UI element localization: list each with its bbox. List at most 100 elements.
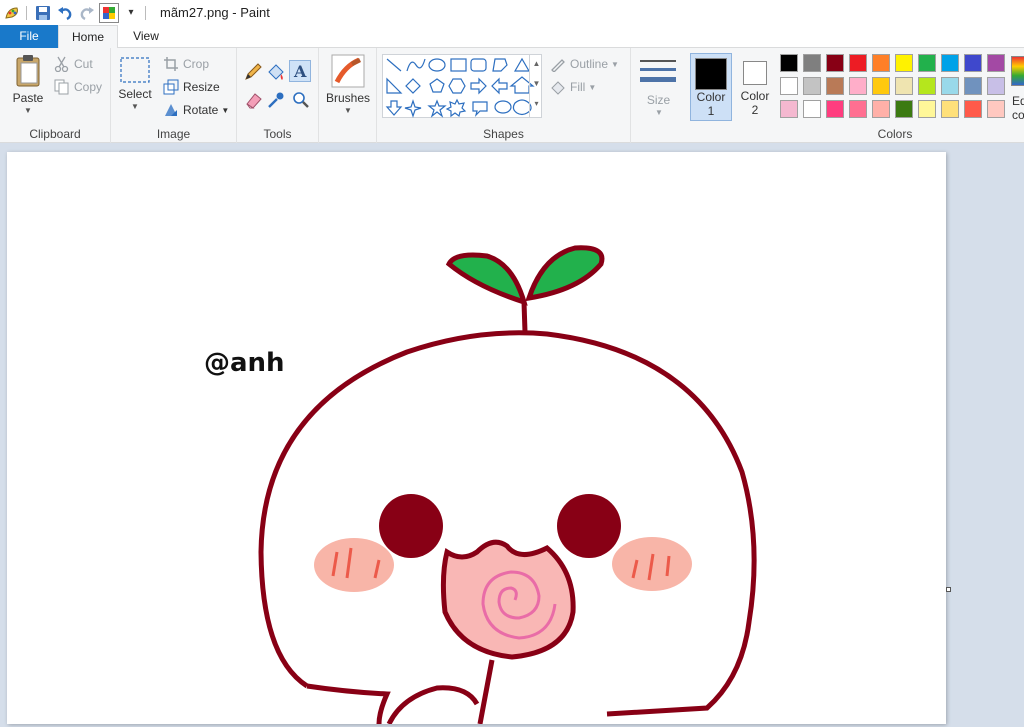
color1-button[interactable]: Color 1 xyxy=(690,53,732,121)
palette-swatch[interactable] xyxy=(872,54,890,72)
palette-swatch[interactable] xyxy=(826,54,844,72)
copy-icon xyxy=(54,79,69,95)
palette-swatch[interactable] xyxy=(964,100,982,118)
palette-swatch[interactable] xyxy=(849,54,867,72)
palette-swatch[interactable] xyxy=(803,54,821,72)
palette-swatch[interactable] xyxy=(918,54,936,72)
palette-swatch[interactable] xyxy=(918,77,936,95)
outline-button[interactable]: Outline ▼ xyxy=(550,56,619,72)
ribbon-tabs: File Home View xyxy=(0,25,1024,49)
tab-home[interactable]: Home xyxy=(58,25,118,49)
quick-access-separator xyxy=(26,5,27,20)
palette-swatch[interactable] xyxy=(941,77,959,95)
brushes-button[interactable]: Brushes ▼ xyxy=(326,54,370,115)
palette-swatch[interactable] xyxy=(964,77,982,95)
copy-button[interactable]: Copy xyxy=(54,79,102,95)
paint-app-icon[interactable] xyxy=(2,3,22,23)
text-tool-icon[interactable]: A xyxy=(289,60,311,82)
lower-body-outline xyxy=(306,683,391,725)
palette-swatch[interactable] xyxy=(918,100,936,118)
brush-icon xyxy=(331,54,365,88)
palette-swatch[interactable] xyxy=(803,77,821,95)
palette-swatch[interactable] xyxy=(780,77,798,95)
palette-swatch[interactable] xyxy=(826,100,844,118)
fill-label: Fill xyxy=(570,80,586,94)
palette-quick-icon[interactable] xyxy=(99,2,119,23)
palette-swatch[interactable] xyxy=(941,54,959,72)
tab-view[interactable]: View xyxy=(118,25,174,48)
size-group[interactable]: Size ▼ xyxy=(631,48,686,143)
copy-label: Copy xyxy=(74,80,103,94)
rotate-icon xyxy=(165,104,177,116)
paste-button[interactable]: Paste ▼ xyxy=(8,54,48,115)
size-label: Size xyxy=(646,93,671,107)
ribbon: Paste ▼ Cut Copy Clipboard Select ▼ Crop… xyxy=(0,48,1024,143)
palette-swatch[interactable] xyxy=(987,54,1005,72)
pencil-icon[interactable] xyxy=(243,62,263,85)
palette-swatch[interactable] xyxy=(987,77,1005,95)
outline-icon xyxy=(551,59,565,72)
shapes-gallery-icons xyxy=(385,57,535,118)
paste-dropdown-icon[interactable]: ▼ xyxy=(8,106,48,115)
save-icon[interactable] xyxy=(33,3,53,23)
palette-swatch[interactable] xyxy=(780,54,798,72)
rotate-dropdown-icon[interactable]: ▼ xyxy=(221,106,229,115)
title-bar: ▾ mãm27.png - Paint xyxy=(0,0,1024,25)
cut-label: Cut xyxy=(74,57,93,71)
resize-button[interactable]: Resize xyxy=(163,79,220,95)
color2-button[interactable]: Color 2 xyxy=(734,53,776,121)
palette-swatch[interactable] xyxy=(849,77,867,95)
magnifier-icon[interactable] xyxy=(291,90,311,113)
palette-swatch[interactable] xyxy=(941,100,959,118)
left-leaf xyxy=(445,252,528,306)
tools-group-label: Tools xyxy=(263,127,292,141)
outline-dropdown-icon[interactable]: ▼ xyxy=(611,60,619,69)
outline-label: Outline xyxy=(570,57,609,71)
right-leaf xyxy=(525,245,605,302)
palette-swatch[interactable] xyxy=(895,77,913,95)
palette-swatch[interactable] xyxy=(872,77,890,95)
fill-dropdown-icon[interactable]: ▼ xyxy=(588,83,596,92)
palette-swatch[interactable] xyxy=(987,100,1005,118)
drawing xyxy=(258,245,757,726)
undo-icon[interactable] xyxy=(55,3,75,23)
palette-swatch[interactable] xyxy=(826,77,844,95)
resize-label: Resize xyxy=(183,80,220,94)
redo-icon[interactable] xyxy=(77,3,97,23)
fill-button[interactable]: Fill ▼ xyxy=(550,79,596,95)
palette-swatch[interactable] xyxy=(964,54,982,72)
palette-swatch[interactable] xyxy=(895,54,913,72)
brushes-dropdown-icon[interactable]: ▼ xyxy=(326,106,370,115)
colors-group-label: Colors xyxy=(877,127,913,141)
canvas-resize-handle[interactable] xyxy=(946,587,951,592)
palette-swatch[interactable] xyxy=(849,100,867,118)
shapes-scroll[interactable]: ▲ ▼ ▾ xyxy=(529,54,543,118)
paste-label: Paste xyxy=(12,91,44,105)
crop-button[interactable]: Crop xyxy=(163,56,209,72)
image-group: Select ▼ Crop Resize Rotate ▼ Image xyxy=(111,48,237,143)
color-picker-icon[interactable] xyxy=(266,90,286,113)
select-dropdown-icon[interactable]: ▼ xyxy=(117,102,153,111)
edit-colors-button[interactable]: Ed col xyxy=(1012,94,1024,122)
title-separator xyxy=(145,5,146,20)
stem xyxy=(521,301,528,333)
select-button[interactable]: Select ▼ xyxy=(117,56,153,111)
eraser-icon[interactable] xyxy=(243,90,263,113)
customize-quick-access-icon[interactable]: ▾ xyxy=(121,3,141,23)
color1-number: 1 xyxy=(707,104,715,118)
palette-swatch[interactable] xyxy=(872,100,890,118)
rotate-button[interactable]: Rotate ▼ xyxy=(163,102,229,118)
edit-colors-icon[interactable] xyxy=(1011,56,1024,86)
tab-file[interactable]: File xyxy=(0,25,58,48)
svg-text:A: A xyxy=(293,63,307,79)
scissors-icon xyxy=(54,56,69,72)
palette-swatch[interactable] xyxy=(803,100,821,118)
color2-label: Color xyxy=(740,89,770,103)
palette-swatch[interactable] xyxy=(895,100,913,118)
fill-bucket-icon[interactable] xyxy=(266,62,286,85)
shapes-group: ▲ ▼ ▾ Outline ▼ Fill ▼ Shapes xyxy=(377,48,631,143)
drawing-canvas[interactable]: @anh xyxy=(7,152,946,726)
cut-button[interactable]: Cut xyxy=(54,56,93,72)
palette-swatch[interactable] xyxy=(780,100,798,118)
clipboard-group: Paste ▼ Cut Copy Clipboard xyxy=(0,48,111,143)
